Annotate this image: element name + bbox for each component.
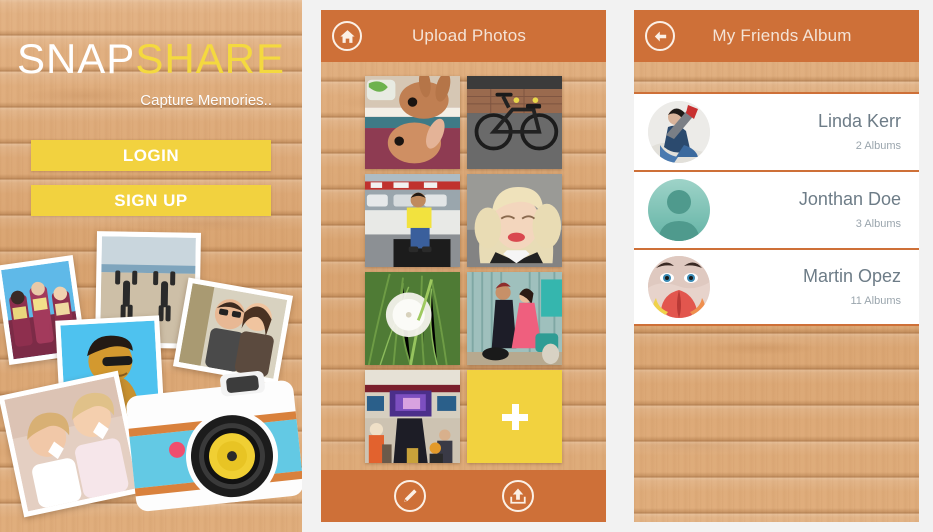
photo-thumbnail [467,272,562,365]
photo-thumbnail [365,370,460,463]
back-arrow-icon [654,31,666,41]
signup-button[interactable]: SIGN UP [31,185,271,216]
photo-thumbnail [467,76,562,169]
friend-meta-linda-kerr: Linda Kerr 2 Albums [710,110,905,153]
friends-header: My Friends Album [634,10,919,62]
add-photo-button[interactable] [467,370,562,463]
photo-tile-man-yellow-shirt[interactable] [365,174,460,267]
app-tagline: Capture Memories.. [140,92,272,109]
friends-header-title: My Friends Album [712,26,852,45]
upload-toolbar [321,470,606,522]
back-button[interactable] [645,21,675,51]
friend-name: Martin Opez [802,265,901,286]
plus-icon [501,403,528,430]
friend-album-count: 3 Albums [855,218,901,231]
avatar-jonthan-doe [648,179,710,241]
friend-row-martin-opez[interactable]: Martin Opez 11 Albums [634,248,919,326]
friends-list: Linda Kerr 2 Albums Jonthan Doe 3 Albums… [634,92,919,326]
logo-text-snap: SNAP [16,35,136,82]
retro-camera-illustration [126,370,302,512]
friend-album-count: 2 Albums [855,140,901,153]
home-button[interactable] [332,21,362,51]
logo-text-share: SHARE [135,35,286,82]
upload-icon [509,488,526,504]
edit-button[interactable] [393,480,426,512]
photo-thumbnail [365,76,460,169]
friend-album-count: 11 Albums [850,295,901,308]
screenshot-stage: SNAPSHARE Capture Memories.. LOGIN SIGN … [0,0,933,532]
splash-screen: SNAPSHARE Capture Memories.. LOGIN SIGN … [0,0,302,532]
friend-name: Linda Kerr [817,110,901,131]
app-logo: SNAPSHARE Capture Memories.. [0,35,302,110]
placeholder-person-icon [648,179,710,241]
upload-header-title: Upload Photos [411,26,527,45]
photo-tile-blonde-portrait[interactable] [467,174,562,267]
photo-thumbnail [365,174,460,267]
avatar-image [648,101,710,163]
home-icon [339,29,355,43]
photo-tile-rabbits[interactable] [365,76,460,169]
friend-row-jonthan-doe[interactable]: Jonthan Doe 3 Albums [634,170,919,248]
avatar-image [648,256,710,318]
friend-name: Jonthan Doe [798,188,901,209]
photo-tile-bicycle[interactable] [467,76,562,169]
pencil-icon [403,489,417,502]
photo-tile-dandelion[interactable] [365,272,460,365]
login-button[interactable]: LOGIN [31,140,271,171]
upload-header: Upload Photos [321,10,606,62]
upload-button[interactable] [501,480,534,512]
upload-photos-screen: Upload Photos [321,10,606,522]
photo-collage [0,230,302,532]
avatar-martin-opez [648,256,710,318]
friend-meta-jonthan-doe: Jonthan Doe 3 Albums [710,188,905,231]
photo-thumbnail [467,174,562,267]
photo-thumbnail [365,272,460,365]
friends-album-screen: My Friends Album Linda Kerr 2 Albums Jon… [634,10,919,522]
photo-grid [321,62,606,470]
photo-tile-event-hall[interactable] [365,370,460,463]
photo-tile-couple-traditional[interactable] [467,272,562,365]
avatar-linda-kerr [648,101,710,163]
friend-meta-martin-opez: Martin Opez 11 Albums [710,265,905,308]
friend-row-linda-kerr[interactable]: Linda Kerr 2 Albums [634,92,919,170]
